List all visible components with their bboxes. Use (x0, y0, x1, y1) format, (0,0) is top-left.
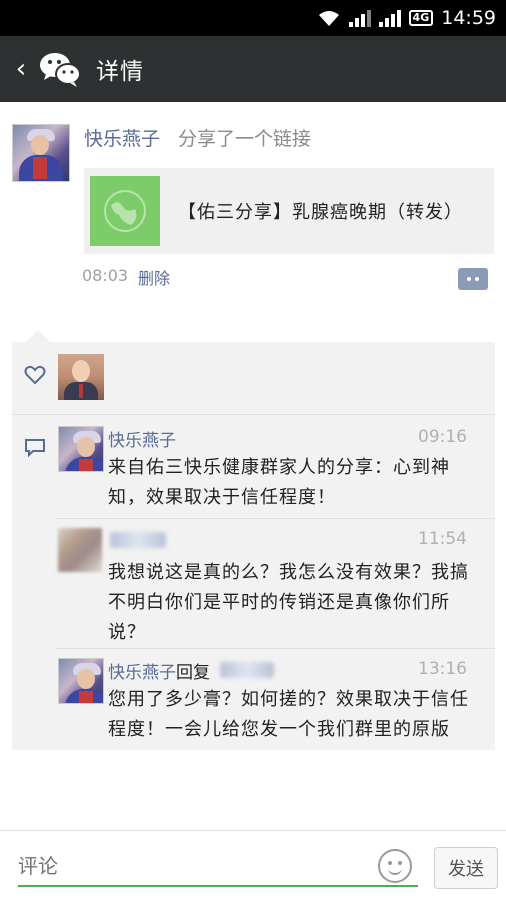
comment-action-button[interactable] (458, 268, 488, 290)
commenter-avatar[interactable] (58, 658, 104, 704)
dot-icon (467, 277, 471, 281)
globe-icon (104, 190, 146, 232)
comment-author[interactable]: 快乐燕子 (108, 426, 176, 451)
liker-avatar[interactable] (58, 354, 104, 400)
heart-icon (24, 365, 46, 385)
comment-area: 快乐燕子 09:16 来自佑三快乐健康群家人的分享：心到神知，效果取决于信任程度… (12, 342, 495, 750)
comment-author-name[interactable]: 快乐燕子 (108, 663, 176, 683)
shared-link-card[interactable]: 【佑三分享】乳腺癌晚期（转发） (84, 168, 494, 254)
commenter-avatar-blurred[interactable] (58, 528, 102, 572)
comment-divider (56, 518, 495, 519)
title-bar: ‹ 详情 (0, 36, 506, 102)
comment-text: 您用了多少膏？如何搓的？效果取决于信任程度！一会儿给您发一个我们群里的原版 (108, 689, 469, 740)
chevron-left-icon[interactable]: ‹ (6, 54, 36, 84)
comment-input[interactable] (18, 847, 418, 887)
commenter-avatar[interactable] (58, 426, 104, 472)
wechat-logo-icon (40, 53, 81, 87)
comment-area-pointer (26, 330, 50, 342)
comment-input-bar: 发送 (0, 830, 506, 901)
comment-bubble-icon (25, 439, 45, 458)
dot-icon (475, 277, 479, 281)
page-title: 详情 (96, 59, 144, 85)
comment-timestamp: 09:16 (418, 427, 467, 447)
delete-link[interactable]: 删除 (138, 265, 170, 289)
comment-divider (56, 648, 495, 649)
wifi-icon (318, 11, 339, 26)
post-timestamp: 08:03 (82, 266, 129, 285)
link-thumbnail (90, 176, 160, 246)
reply-target-blurred[interactable] (220, 662, 274, 678)
comment-author-blurred[interactable] (110, 532, 166, 548)
author-avatar[interactable] (12, 124, 70, 182)
reply-label: 回复 (176, 663, 210, 683)
link-title: 【佑三分享】乳腺癌晚期（转发） (178, 202, 463, 223)
status-bar: 4G 14:59 (0, 0, 506, 36)
comment-author[interactable]: 快乐燕子回复 (108, 658, 210, 683)
post-action-text: 分享了一个链接 (178, 128, 312, 150)
send-button[interactable]: 发送 (434, 847, 498, 889)
likes-row (12, 342, 495, 415)
signal-icon-2 (378, 9, 401, 27)
comment-timestamp: 13:16 (418, 659, 467, 679)
comment-text: 我想说这是真的么？我怎么没有效果？我搞不明白你们是平时的传销还是真像你们所说？ (108, 562, 469, 643)
emoji-icon[interactable] (378, 849, 412, 883)
clock: 14:59 (441, 7, 496, 29)
comment-timestamp: 11:54 (418, 529, 467, 549)
comment-text: 来自佑三快乐健康群家人的分享：心到神知，效果取决于信任程度！ (108, 457, 450, 508)
signal-icon-1 (348, 9, 371, 27)
network-badge: 4G (408, 10, 434, 26)
post-author-name[interactable]: 快乐燕子 (84, 124, 160, 151)
